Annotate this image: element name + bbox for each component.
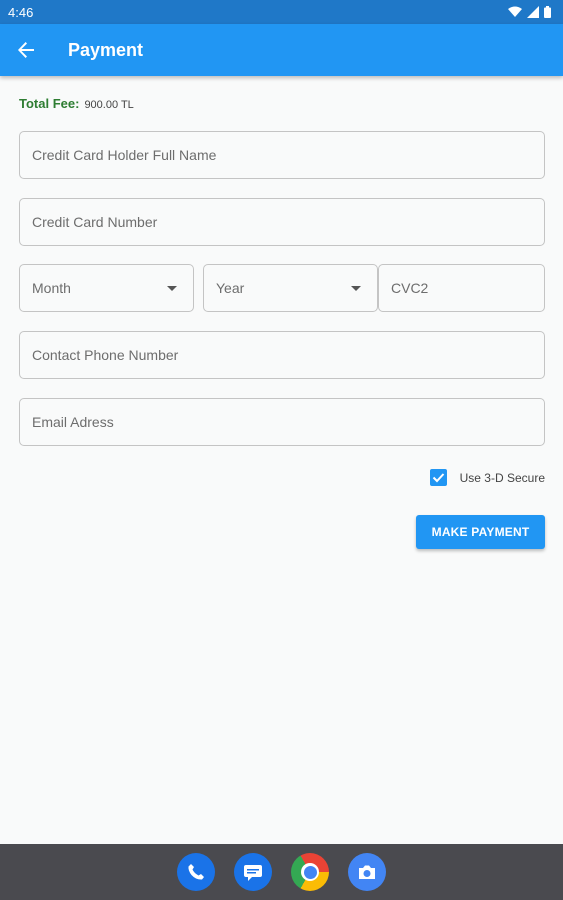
status-time: 4:46 — [8, 4, 34, 20]
chrome-icon[interactable] — [291, 853, 329, 891]
status-icons — [508, 6, 551, 18]
dock — [0, 844, 563, 900]
total-fee-value: 900.00 TL — [84, 99, 134, 111]
dropdown-arrow-icon — [167, 285, 177, 291]
email-input[interactable] — [32, 414, 532, 430]
check-icon — [432, 473, 444, 483]
chrome-dot — [303, 865, 317, 879]
card-number-input[interactable] — [32, 214, 532, 230]
chrome-center — [301, 863, 319, 881]
month-dropdown[interactable]: Month — [19, 264, 194, 312]
wifi-icon — [508, 6, 522, 17]
card-holder-input[interactable] — [32, 147, 532, 163]
card-number-field[interactable] — [19, 198, 545, 246]
status-bar: 4:46 — [0, 0, 563, 24]
cvc-field[interactable] — [378, 264, 545, 312]
secure-label: Use 3-D Secure — [459, 470, 545, 485]
message-glyph — [244, 865, 262, 881]
dropdown-arrow-icon — [351, 285, 361, 291]
camera-icon[interactable] — [348, 853, 386, 891]
phone-glyph — [188, 864, 204, 880]
year-dropdown-label: Year — [216, 280, 245, 296]
arrow-back-icon — [18, 42, 34, 58]
camera-glyph — [359, 865, 375, 879]
total-fee: Total Fee: 900.00 TL — [19, 96, 134, 111]
phone-field[interactable] — [19, 331, 545, 379]
total-fee-label: Total Fee: — [19, 96, 80, 111]
secure-option: Use 3-D Secure — [429, 469, 545, 486]
phone-input[interactable] — [32, 347, 532, 363]
year-dropdown[interactable]: Year — [203, 264, 378, 312]
secure-checkbox[interactable] — [429, 469, 447, 486]
make-payment-button[interactable]: MAKE PAYMENT — [416, 515, 545, 549]
back-button[interactable] — [0, 24, 52, 76]
signal-icon — [527, 6, 539, 18]
month-dropdown-label: Month — [32, 280, 71, 296]
battery-icon — [544, 6, 551, 18]
card-holder-field[interactable] — [19, 131, 545, 179]
app-bar: Payment — [0, 24, 563, 76]
page-title: Payment — [68, 39, 144, 60]
phone-icon[interactable] — [177, 853, 215, 891]
cvc-input[interactable] — [391, 280, 532, 296]
email-field[interactable] — [19, 398, 545, 446]
messages-icon[interactable] — [234, 853, 272, 891]
